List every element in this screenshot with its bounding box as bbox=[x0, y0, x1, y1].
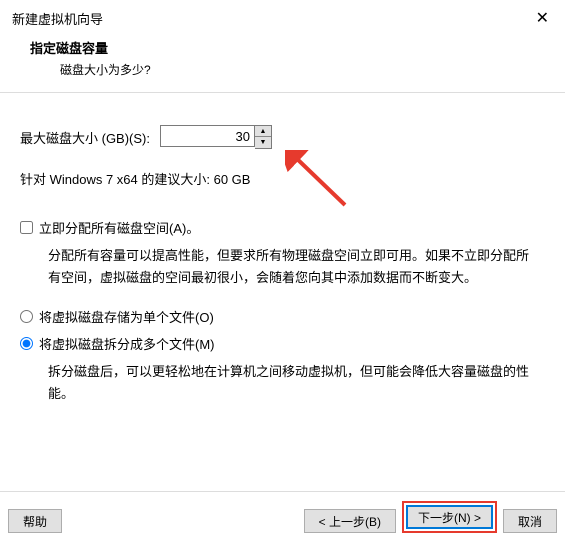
store-single-radio[interactable] bbox=[20, 310, 33, 323]
close-icon[interactable]: ✕ bbox=[532, 8, 553, 28]
store-split-label: 将虚拟磁盘拆分成多个文件(M) bbox=[39, 334, 215, 353]
disk-size-label: 最大磁盘大小 (GB)(S): bbox=[20, 128, 150, 147]
next-button-highlight: 下一步(N) > bbox=[402, 501, 497, 533]
next-button[interactable]: 下一步(N) > bbox=[406, 505, 493, 529]
spinner-up-button[interactable]: ▲ bbox=[255, 126, 271, 137]
store-split-radio[interactable] bbox=[20, 337, 33, 350]
disk-size-input[interactable] bbox=[160, 125, 255, 147]
recommended-size-hint: 针对 Windows 7 x64 的建议大小: 60 GB bbox=[20, 169, 545, 188]
allocate-now-desc: 分配所有容量可以提高性能，但要求所有物理磁盘空间立即可用。如果不立即分配所有空间… bbox=[20, 245, 545, 289]
back-button[interactable]: < 上一步(B) bbox=[304, 509, 396, 533]
store-single-label: 将虚拟磁盘存储为单个文件(O) bbox=[39, 307, 214, 326]
allocate-now-checkbox[interactable] bbox=[20, 221, 33, 234]
cancel-button[interactable]: 取消 bbox=[503, 509, 557, 533]
window-title: 新建虚拟机向导 bbox=[12, 9, 103, 28]
page-title: 指定磁盘容量 bbox=[30, 38, 565, 57]
spinner-down-button[interactable]: ▼ bbox=[255, 137, 271, 148]
store-split-desc: 拆分磁盘后，可以更轻松地在计算机之间移动虚拟机，但可能会降低大容量磁盘的性能。 bbox=[20, 361, 545, 405]
allocate-now-label: 立即分配所有磁盘空间(A)。 bbox=[39, 218, 199, 237]
help-button[interactable]: 帮助 bbox=[8, 509, 62, 533]
page-subtitle: 磁盘大小为多少? bbox=[30, 57, 565, 78]
